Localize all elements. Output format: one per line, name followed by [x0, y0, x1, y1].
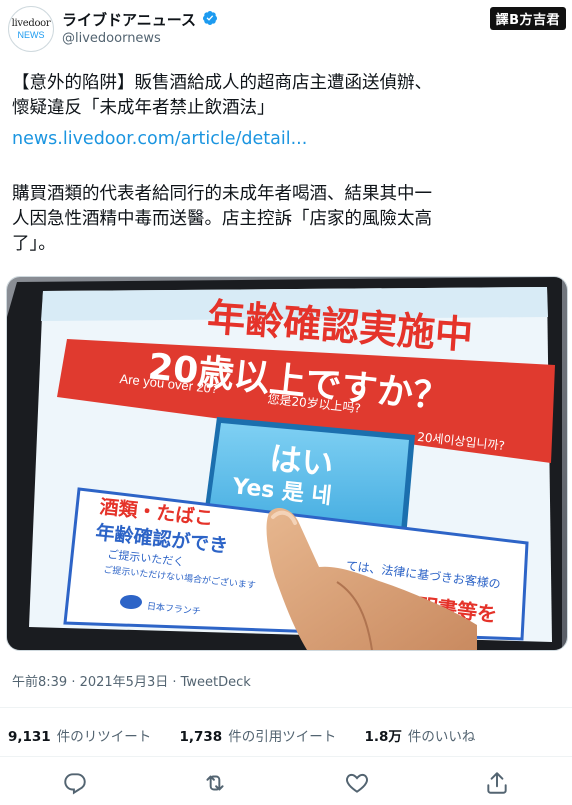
- verified-badge-icon: [202, 11, 217, 25]
- stat-likes[interactable]: 1.8万 件のいいね: [365, 725, 476, 745]
- tweet-stats: 9,131 件のリツイート 1,738 件の引用ツイート 1.8万 件のいいね: [8, 725, 499, 745]
- tweet-link[interactable]: news.livedoor.com/article/detail...: [12, 127, 566, 152]
- stat-quote-tweets[interactable]: 1,738 件の引用ツイート: [180, 725, 337, 745]
- account-handle[interactable]: @livedoornews: [62, 31, 161, 46]
- tweet-actions: [0, 770, 572, 798]
- tweet-text-line: 人因急性酒精中毒而送醫。店主控訴「店家的風險太高: [12, 209, 432, 229]
- age-verification-screen-photo: 年齢確認実施中 20歳以上ですか？ Are you over 20? 您是20岁…: [7, 277, 567, 650]
- stat-label: 件の引用ツイート: [228, 729, 337, 745]
- tweet-text-line: 購買酒類的代表者給同行的未成年者喝酒、結果其中一: [12, 184, 432, 204]
- stat-retweets[interactable]: 9,131 件のリツイート: [8, 725, 151, 745]
- like-icon[interactable]: [344, 770, 370, 796]
- franchise-logo-icon: [120, 595, 142, 609]
- tweet-timestamp[interactable]: 午前8:39 · 2021年5月3日 · TweetDeck: [12, 671, 251, 690]
- stat-count: 9,131: [8, 729, 51, 745]
- divider: [0, 707, 572, 708]
- stat-count: 1.8万: [364, 729, 402, 745]
- account-name[interactable]: ライブドアニュース: [62, 9, 196, 30]
- tweet-text-line: 【意外的陷阱】販售酒給成人的超商店主遭函送偵辦、: [12, 73, 432, 93]
- tweet-header: livedoor NEWS ライブドアニュース @livedoornews 譯B…: [0, 0, 572, 60]
- reply-icon[interactable]: [62, 770, 88, 796]
- screen-yes-button-label: はい: [268, 439, 336, 483]
- watermark: 譯B方吉君: [489, 7, 566, 30]
- retweet-icon[interactable]: [202, 770, 228, 796]
- tweet-text-line: 懷疑違反「未成年者禁止飲酒法」: [12, 98, 275, 118]
- stat-label: 件のいいね: [407, 729, 476, 745]
- stat-count: 1,738: [179, 729, 223, 745]
- tweet-photo[interactable]: 年齢確認実施中 20歳以上ですか？ Are you over 20? 您是20岁…: [6, 276, 568, 651]
- tweet-text-line: 了」。: [12, 234, 56, 254]
- avatar[interactable]: livedoor NEWS: [8, 6, 54, 52]
- share-icon[interactable]: [484, 770, 510, 796]
- avatar-text-news: NEWS: [17, 30, 45, 40]
- avatar-text-livedoor: livedoor: [11, 18, 51, 29]
- divider: [0, 756, 572, 757]
- stat-label: 件のリツイート: [56, 729, 152, 745]
